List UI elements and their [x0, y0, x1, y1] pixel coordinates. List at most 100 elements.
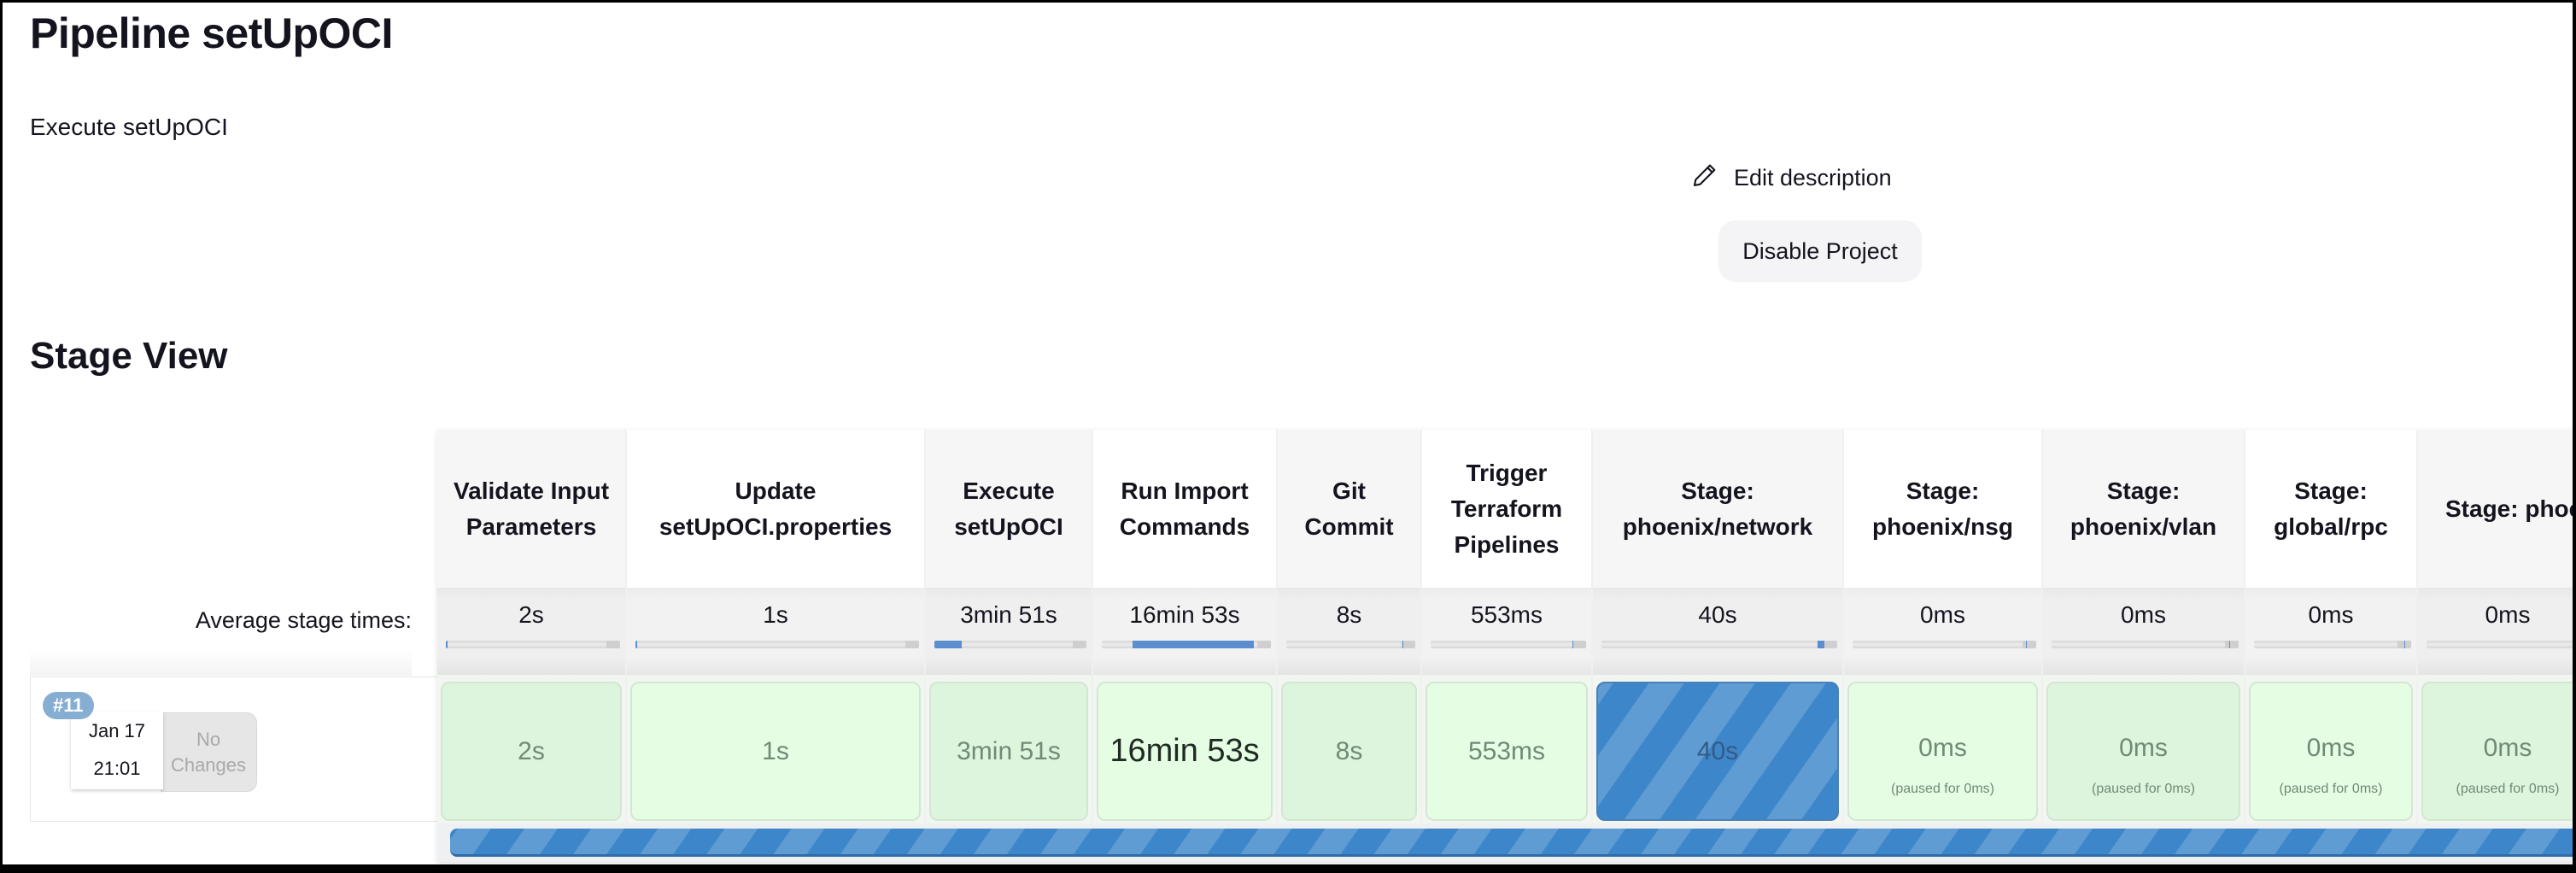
build-cell-wrapper: 16min 53s [1093, 675, 1276, 830]
build-stage-paused: (paused for 0ms) [1891, 781, 1994, 796]
stage-average-time: 40s [1698, 601, 1737, 628]
build-cell-wrapper: 2s [437, 675, 625, 830]
stage-header: Stage: phoenix/com [2418, 430, 2573, 588]
stage-average-bar-end [606, 641, 620, 648]
build-stage-time: 8s [1335, 736, 1363, 765]
build-stage-cell[interactable]: 3min 51s [929, 682, 1088, 821]
page-title: Pipeline setUpOCI [30, 9, 393, 57]
build-stage-cell[interactable]: 1s [630, 682, 921, 821]
stage-average: 3min 51s [926, 588, 1092, 675]
build-stage-cell[interactable]: 2s [441, 682, 622, 821]
stage-average: 0ms [2043, 588, 2244, 675]
build-progress-strip [437, 823, 2573, 862]
build-stage-cell[interactable]: 0ms (paused for 0ms) [2046, 682, 2240, 821]
build-changes-text: No Changes [170, 728, 247, 776]
build-stage-time: 16min 53s [1109, 733, 1260, 769]
edit-description-label: Edit description [1734, 165, 1892, 190]
build-stage-cell[interactable]: 40s [1596, 682, 1839, 821]
stage-column: Stage: phoenix/vlan 0ms 0ms (paused for 0ms… [2043, 430, 2245, 862]
stage-average-bar-fill [2229, 641, 2231, 648]
build-date-time: 21:01 [93, 758, 141, 779]
stage-header: Execute setUpOCI [926, 430, 1092, 588]
build-stage-cell[interactable]: 0ms (paused for 0ms) [1847, 682, 2038, 821]
stage-average-bar [2052, 641, 2239, 648]
build-stage-cell[interactable]: 0ms (paused for 0ms) [2421, 682, 2573, 821]
build-stage-time: 0ms [1918, 733, 1967, 762]
build-stage-time: 2s [518, 736, 545, 765]
stage-column: Stage: phoenix/com 0ms 0ms (paused for 0ms) [2418, 430, 2573, 862]
stage-average-bar [934, 641, 1086, 648]
build-cell-wrapper: 0ms (paused for 0ms) [2418, 675, 2573, 830]
stage-average: 0ms [1844, 588, 2041, 675]
build-date: Jan 17 21:01 [71, 712, 163, 789]
stage-average-time: 1s [763, 601, 788, 628]
page-description: Execute setUpOCI [30, 114, 228, 140]
stage-average: 1s [627, 588, 924, 675]
stage-table: Validate Input Parameters 2s 2s Update setU… [437, 430, 2573, 862]
build-stage-cell[interactable]: 0ms (paused for 0ms) [2249, 682, 2413, 821]
stage-average-bar [635, 641, 919, 648]
build-stage-time: 0ms [2483, 733, 2532, 762]
stage-average-bar [1601, 641, 1837, 648]
stage-average: 8s [1278, 588, 1420, 675]
disable-project-button[interactable]: Disable Project [1718, 220, 1922, 282]
build-stage-cell[interactable]: 553ms [1426, 682, 1588, 821]
stage-average-bar-end [2225, 641, 2239, 648]
build-row-header: #11 Jan 17 21:01 No Changes [30, 677, 438, 822]
stage-header: Stage: global/rpc [2245, 430, 2416, 588]
stage-header: Stage: phoenix/vlan [2043, 430, 2244, 588]
build-cell-wrapper: 40s [1593, 675, 1842, 830]
build-stage-paused: (paused for 0ms) [2456, 781, 2560, 796]
stage-column: Validate Input Parameters 2s 2s [437, 430, 627, 862]
build-stage-cell[interactable]: 16min 53s [1097, 682, 1273, 821]
stage-average: 0ms [2245, 588, 2416, 675]
stage-average-bar-fill [1132, 641, 1255, 648]
stage-column: Stage: phoenix/network 40s 40s [1593, 430, 1844, 862]
stage-header: Validate Input Parameters [437, 430, 625, 588]
build-stage-time: 553ms [1467, 736, 1546, 765]
stage-average-bar-fill [2026, 641, 2028, 648]
stage-average-time: 0ms [2308, 601, 2354, 628]
stage-average: 553ms [1422, 588, 1591, 675]
stage-header: Git Commit [1278, 430, 1420, 588]
stage-average-bar [1286, 641, 1415, 648]
stage-column: Stage: phoenix/nsg 0ms 0ms (paused for 0ms) [1844, 430, 2043, 862]
stage-column: Trigger Terraform Pipelines 553ms 553ms [1422, 430, 1593, 862]
stage-average-time: 3min 51s [960, 601, 1057, 628]
build-cell-wrapper: 1s [627, 675, 924, 830]
stage-average-time: 553ms [1470, 601, 1543, 628]
stage-average-bar-end [1572, 641, 1586, 648]
stage-average-bar-end [1257, 641, 1271, 648]
build-changes[interactable]: No Changes [161, 712, 257, 792]
stage-average-bar [1431, 641, 1586, 648]
stage-average-bar-end [1402, 641, 1415, 648]
stage-average-bar-fill [934, 641, 963, 648]
stage-average: 2s [437, 588, 625, 675]
build-cell-wrapper: 553ms [1422, 675, 1591, 830]
stage-column: Git Commit 8s 8s [1278, 430, 1422, 862]
build-stage-cell[interactable]: 8s [1281, 682, 1417, 821]
average-stage-times-label: Average stage times: [30, 590, 412, 676]
stage-average-time: 16min 53s [1129, 601, 1240, 628]
build-progress-bar [450, 829, 2573, 857]
stage-column: Stage: global/rpc 0ms 0ms (paused for 0ms) [2245, 430, 2418, 862]
average-label-text: Average stage times: [195, 607, 412, 633]
build-stage-time: 40s [1696, 736, 1739, 765]
stage-average-time: 0ms [2485, 601, 2531, 628]
stage-average-bar [2254, 641, 2411, 648]
stage-average: 16min 53s [1093, 588, 1276, 675]
build-stage-time: 0ms [2119, 733, 2168, 762]
stage-header: Update setUpOCI.properties [627, 430, 924, 588]
stage-average-time: 2s [518, 601, 544, 628]
build-stage-paused: (paused for 0ms) [2279, 781, 2383, 796]
stage-average-bar-fill [635, 641, 637, 648]
build-stage-time: 3min 51s [957, 736, 1061, 765]
edit-description-link[interactable]: Edit description [1691, 161, 1892, 195]
stage-average-bar-fill [446, 641, 448, 648]
stage-average: 0ms [2418, 588, 2573, 675]
pencil-icon [1691, 161, 1718, 195]
stage-average-bar-end [1073, 641, 1086, 648]
build-stage-paused: (paused for 0ms) [2092, 781, 2195, 796]
stage-average-time: 8s [1336, 601, 1362, 628]
build-number-badge[interactable]: #11 [43, 692, 94, 719]
